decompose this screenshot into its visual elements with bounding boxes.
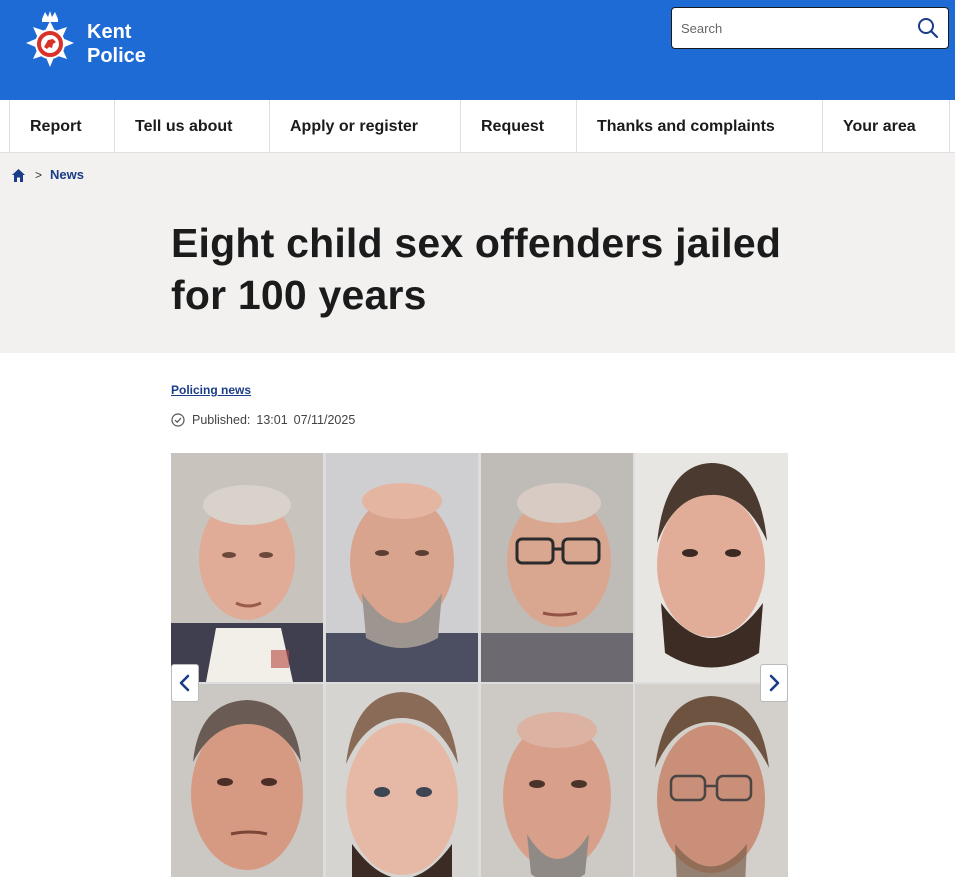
breadcrumb-news-link[interactable]: News bbox=[50, 167, 84, 182]
kent-police-logo[interactable] bbox=[22, 9, 78, 71]
brand-line-1: Kent bbox=[87, 21, 132, 43]
nav-item-your-area[interactable]: Your area bbox=[822, 100, 950, 153]
home-icon[interactable] bbox=[11, 168, 26, 183]
image-carousel bbox=[171, 453, 788, 877]
search-icon[interactable] bbox=[916, 16, 940, 40]
published-time: 13:01 bbox=[256, 413, 288, 427]
mugshot-8 bbox=[635, 684, 788, 877]
mugshot-5 bbox=[171, 684, 323, 877]
search-box bbox=[671, 7, 949, 49]
brand-name[interactable]: Kent Police bbox=[87, 20, 146, 68]
nav-item-report[interactable]: Report bbox=[9, 100, 115, 153]
mugshot-6 bbox=[326, 684, 478, 877]
published-info: Published: 13:01 07/11/2025 bbox=[171, 413, 361, 427]
breadcrumb-separator: > bbox=[35, 168, 43, 182]
nav-item-request[interactable]: Request bbox=[460, 100, 577, 153]
mugshot-1 bbox=[171, 453, 323, 682]
chevron-right-icon bbox=[769, 674, 780, 692]
category-link[interactable]: Policing news bbox=[171, 383, 251, 397]
carousel-prev-button[interactable] bbox=[171, 664, 199, 702]
carousel-next-button[interactable] bbox=[760, 664, 788, 702]
search-input[interactable] bbox=[681, 18, 901, 38]
mugshot-2 bbox=[326, 453, 478, 682]
article-header-band: > News Eight child sex offenders jailed … bbox=[0, 153, 955, 353]
check-circle-icon bbox=[171, 413, 185, 427]
mugshot-4 bbox=[635, 453, 788, 682]
brand-line-2: Police bbox=[87, 45, 146, 67]
published-label: Published: bbox=[192, 413, 251, 427]
mugshot-7 bbox=[481, 684, 633, 877]
nav-item-tell-us-about[interactable]: Tell us about bbox=[114, 100, 270, 153]
main-nav: Report Tell us about Apply or register R… bbox=[0, 100, 955, 153]
mugshot-3 bbox=[481, 453, 633, 682]
page-title: Eight child sex offenders jailed for 100… bbox=[171, 220, 782, 318]
nav-item-thanks-and-complaints[interactable]: Thanks and complaints bbox=[576, 100, 823, 153]
nav-item-apply-or-register[interactable]: Apply or register bbox=[269, 100, 461, 153]
published-date: 07/11/2025 bbox=[293, 413, 356, 427]
site-header: Kent Police bbox=[0, 0, 955, 100]
chevron-left-icon bbox=[179, 674, 190, 692]
